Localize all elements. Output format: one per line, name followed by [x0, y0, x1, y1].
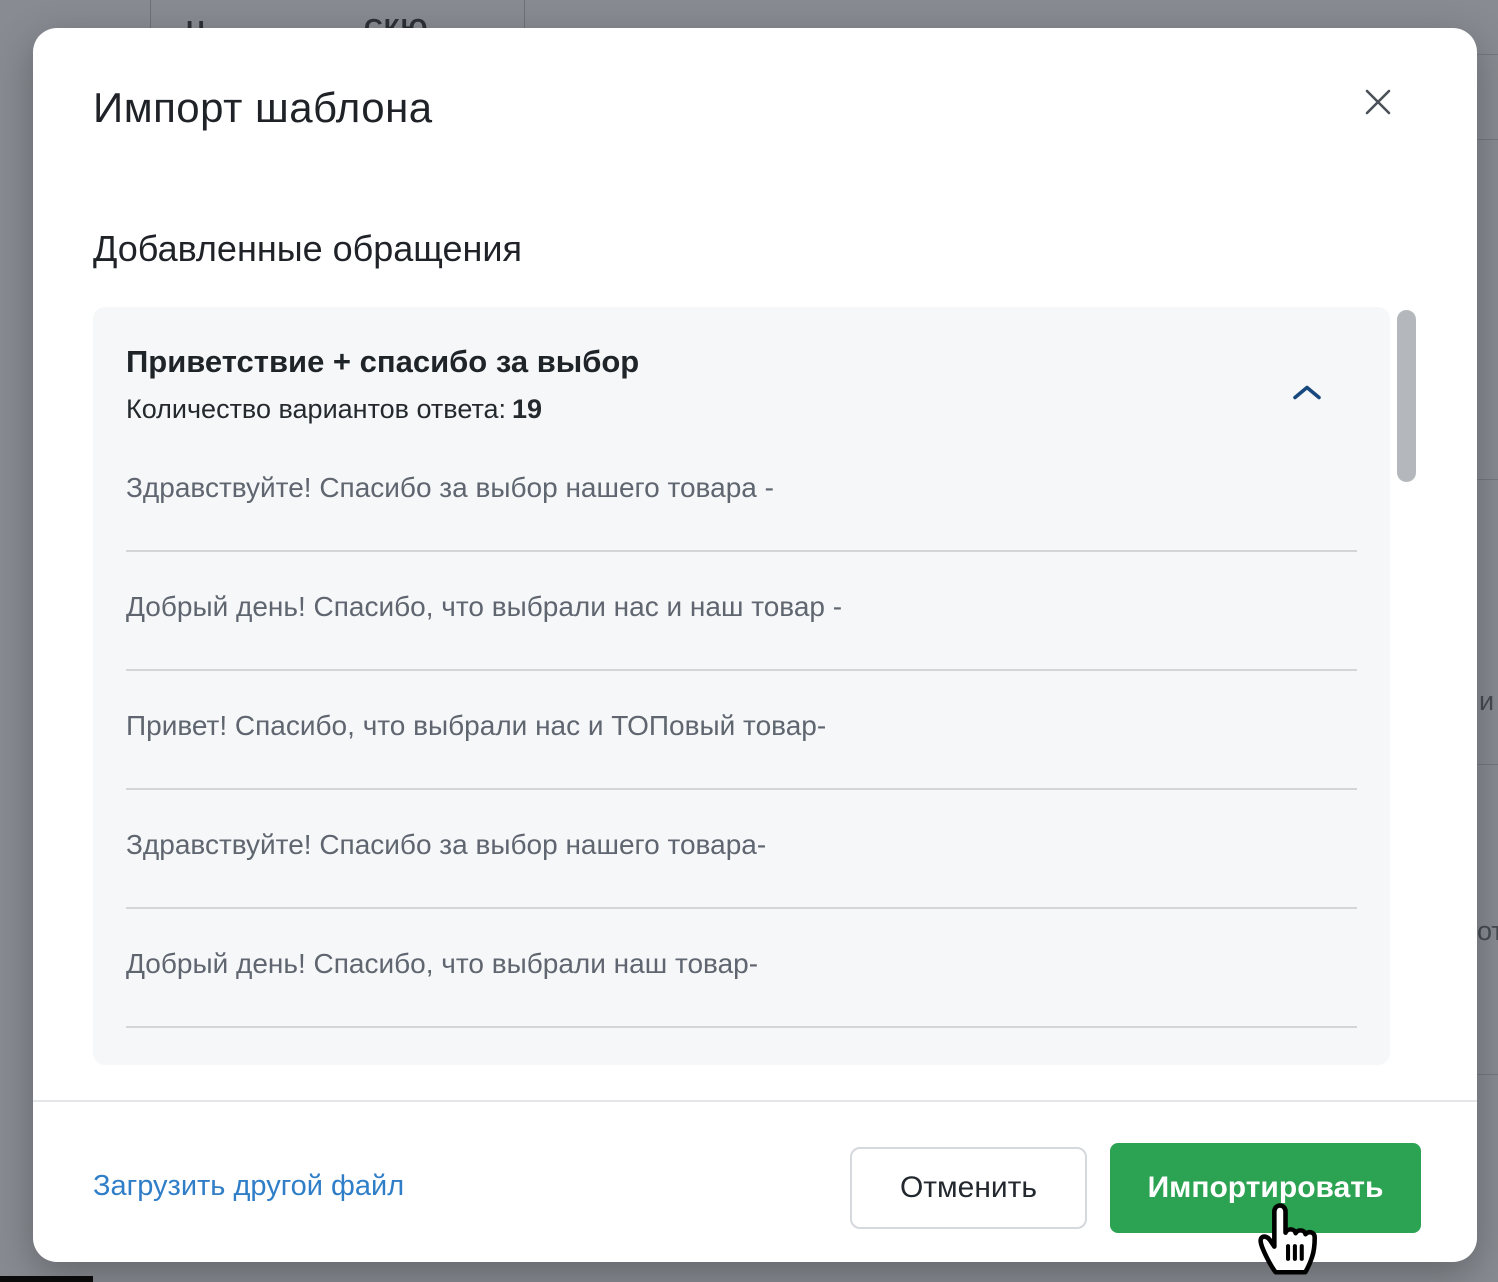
table-row-divider: [1477, 1074, 1498, 1075]
answer-variant-field[interactable]: Добрый день! Спасибо, что выбрали наш то…: [126, 948, 1357, 1028]
answer-variant-field[interactable]: Добрый день! Спасибо, что выбрали нас и …: [126, 591, 1357, 671]
answer-count-label: Количество вариантов ответа:: [126, 394, 506, 424]
table-header-fragment: Н: [186, 15, 206, 28]
close-icon: [1361, 85, 1395, 122]
answer-variant-field[interactable]: Здравствуйте! Спасибо за выбор нашего то…: [126, 472, 1357, 552]
import-template-modal: Импорт шаблона Добавленные обращения При…: [33, 28, 1477, 1262]
collapse-button[interactable]: [1285, 374, 1329, 414]
upload-another-file-link[interactable]: Загрузить другой файл: [93, 1170, 404, 1203]
answer-variant-text: Добрый день! Спасибо, что выбрали нас и …: [126, 591, 1357, 623]
answer-variant-text: Добрый день! Спасибо, что выбрали наш то…: [126, 948, 1357, 980]
template-name: Приветствие + спасибо за выбор: [126, 344, 1357, 380]
table-column-divider: [150, 0, 151, 28]
table-row-divider: [1477, 764, 1498, 765]
template-card-header: Приветствие + спасибо за выбор Количеств…: [126, 344, 1357, 425]
answer-variant-text: Здравствуйте! Спасибо за выбор нашего то…: [126, 829, 1357, 861]
background-text-fragment: от: [1477, 916, 1498, 947]
template-card: Приветствие + спасибо за выбор Количеств…: [93, 307, 1390, 1065]
table-row-divider: [1477, 479, 1498, 480]
modal-title: Импорт шаблона: [93, 84, 433, 132]
answer-variant-text: Привет! Спасибо, что выбрали нас и ТОПов…: [126, 710, 1357, 742]
table-row-divider: [1477, 54, 1498, 55]
answer-count: Количество вариантов ответа:19: [126, 394, 1357, 425]
background-text-fragment: и: [1479, 686, 1494, 717]
answer-variant-text: Здравствуйте! Спасибо за выбор нашего то…: [126, 472, 1357, 504]
footer-divider: [33, 1100, 1477, 1102]
import-button[interactable]: Импортировать: [1110, 1143, 1421, 1233]
answer-count-value: 19: [512, 394, 542, 424]
table-header-fragment: СКЮ: [364, 13, 428, 28]
background-right-fragment: и от: [1477, 0, 1498, 1282]
answer-variant-field[interactable]: Здравствуйте! Спасибо за выбор нашего то…: [126, 829, 1357, 909]
background-bar: [0, 1276, 93, 1282]
cancel-button[interactable]: Отменить: [850, 1147, 1087, 1229]
section-title: Добавленные обращения: [93, 228, 522, 270]
table-column-divider: [524, 0, 525, 28]
close-button[interactable]: [1355, 80, 1401, 126]
scrollbar-thumb[interactable]: [1397, 310, 1416, 482]
chevron-up-icon: [1292, 384, 1322, 404]
answer-variant-field[interactable]: Привет! Спасибо, что выбрали нас и ТОПов…: [126, 710, 1357, 790]
table-row-divider: [1477, 139, 1498, 140]
background-table-fragment: Н СКЮ: [0, 0, 1498, 28]
